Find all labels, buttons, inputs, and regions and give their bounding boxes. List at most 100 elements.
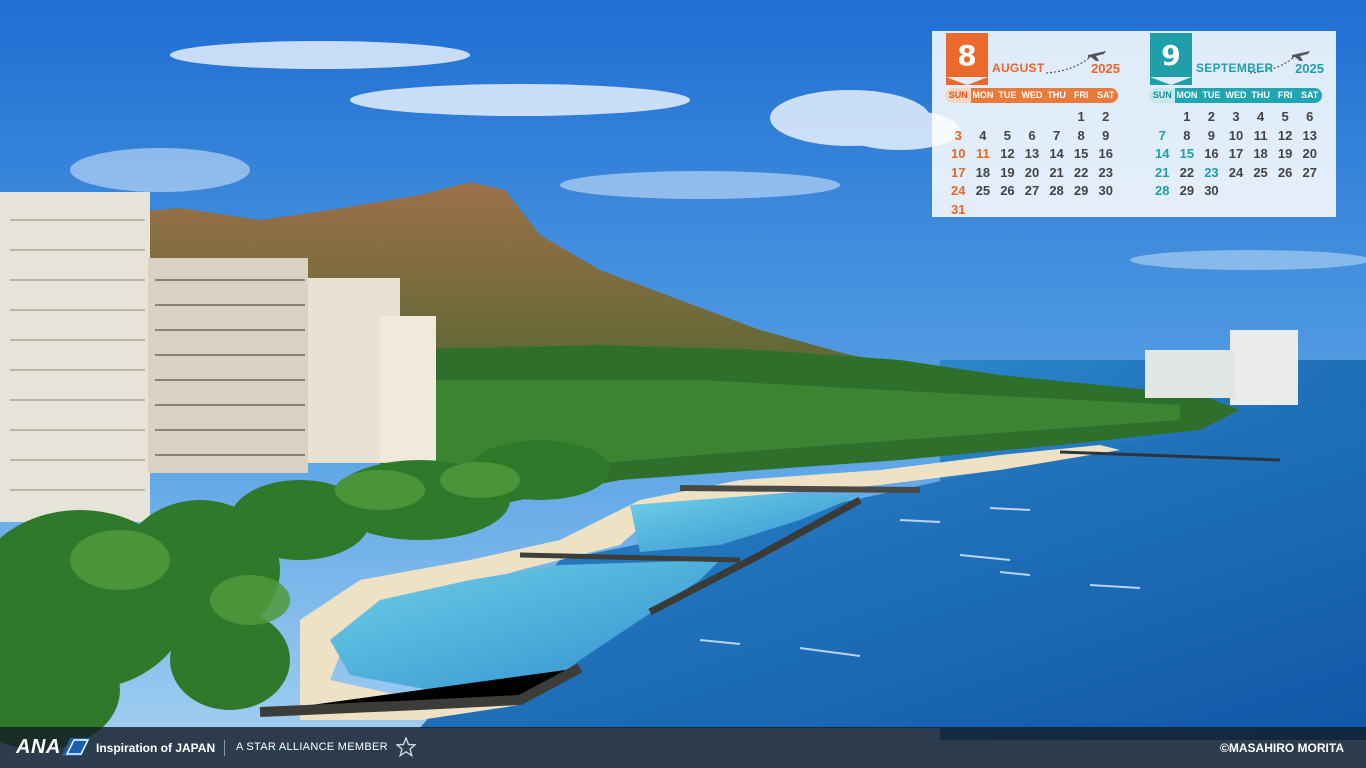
day-16: 16 (1204, 146, 1219, 161)
weekday-thu: THU (1047, 90, 1066, 100)
month-year: 2025 (1295, 61, 1324, 76)
day-25: 25 (975, 183, 991, 198)
day-28: 28 (1155, 183, 1170, 198)
day-empty (995, 201, 1020, 220)
weekday-sat: SAT (1301, 90, 1319, 100)
day-28: 28 (1049, 183, 1064, 198)
day-empty (946, 108, 971, 127)
day-9: 9 (1207, 127, 1216, 143)
day-27: 27 (1024, 183, 1040, 198)
weekday-fri: FRI (1277, 90, 1293, 100)
day-11: 11 (975, 146, 990, 161)
tagline: Inspiration of JAPAN (96, 741, 216, 755)
day-6: 6 (1028, 127, 1036, 143)
day-24: 24 (1228, 164, 1244, 180)
day-7: 7 (1158, 127, 1166, 143)
day-empty (971, 108, 996, 127)
day-7: 7 (1052, 127, 1061, 143)
day-19: 19 (1000, 164, 1015, 180)
day-17: 17 (951, 164, 966, 180)
day-30: 30 (1204, 183, 1219, 198)
day-21: 21 (1155, 164, 1170, 180)
day-grid: 1 2 3 4 5 6 7 8 9 10 11 12 13 14 15 16 17 18 19 20 21 22 23 24 2… (946, 108, 1118, 219)
day-30: 30 (1098, 183, 1113, 198)
day-14: 14 (1049, 146, 1064, 161)
star-alliance-text: A STAR ALLIANCE MEMBER (236, 741, 388, 753)
calendar-month-september: 9 SEPTEMBER 2025 SUN MON TUE WED THU FRI SAT 1… (1148, 31, 1324, 217)
day-20: 20 (1024, 164, 1040, 180)
day-11: 11 (1253, 127, 1268, 143)
day-26: 26 (1000, 183, 1015, 198)
day-23: 23 (1098, 164, 1113, 180)
day-10: 10 (951, 146, 966, 161)
weekday-sun: SUN (1150, 88, 1175, 103)
day-22: 22 (1073, 164, 1089, 180)
weekday-sat: SAT (1097, 90, 1115, 100)
weekday-wed: WED (1225, 90, 1247, 100)
day-2: 2 (1207, 109, 1216, 124)
day-empty (995, 108, 1020, 127)
footer-bar: ANA Inspiration of JAPAN A STAR ALLIANCE… (0, 727, 1366, 768)
day-26: 26 (1277, 164, 1293, 180)
day-21: 21 (1049, 164, 1064, 180)
day-22: 22 (1179, 164, 1195, 180)
weekday-wed: WED (1021, 90, 1043, 100)
day-2: 2 (1102, 109, 1110, 124)
day-20: 20 (1302, 146, 1317, 161)
day-29: 29 (1179, 183, 1195, 198)
ana-logo: ANA (16, 736, 61, 758)
day-15: 15 (1179, 146, 1195, 161)
day-9: 9 (1102, 127, 1110, 143)
day-12: 12 (1000, 146, 1015, 161)
month-number-badge: 8 (946, 33, 988, 85)
day-grid: 1 2 3 4 5 6 7 8 9 10 11 12 13 14 15 16 17 18 19 20 21 22 23 24 2… (1150, 108, 1322, 201)
day-17: 17 (1228, 146, 1244, 161)
day-4: 4 (1256, 109, 1265, 124)
day-13: 13 (1024, 146, 1040, 161)
day-3: 3 (954, 127, 962, 143)
day-23: 23 (1204, 164, 1219, 180)
day-empty (1069, 201, 1094, 220)
day-8: 8 (1077, 127, 1085, 143)
weekday-sun: SUN (946, 88, 971, 103)
calendar-month-august: 8 AUGUST 2025 SUN MON TUE WED THU FRI SAT 1234… (944, 31, 1120, 217)
day-16: 16 (1098, 146, 1113, 161)
day-empty (1248, 182, 1273, 201)
day-empty (1020, 201, 1045, 220)
day-empty (1044, 108, 1069, 127)
day-14: 14 (1155, 146, 1170, 161)
weekday-header: SUN MON TUE WED THU FRI SAT (946, 88, 1118, 103)
weekday-tue: TUE (1202, 90, 1221, 100)
day-1: 1 (1077, 109, 1085, 124)
day-18: 18 (1253, 146, 1268, 161)
day-empty (1273, 182, 1298, 201)
weekday-fri: FRI (1073, 90, 1089, 100)
day-29: 29 (1073, 183, 1089, 198)
weekday-thu: THU (1251, 90, 1270, 100)
day-empty (1044, 201, 1069, 220)
weekday-mon: MON (972, 90, 994, 100)
month-name: SEPTEMBER (1196, 61, 1274, 75)
day-6: 6 (1306, 109, 1314, 124)
day-15: 15 (1073, 146, 1089, 161)
day-24: 24 (951, 183, 966, 198)
day-25: 25 (1253, 164, 1268, 180)
month-number-badge: 9 (1150, 33, 1192, 85)
day-27: 27 (1302, 164, 1317, 180)
day-empty (1150, 108, 1175, 127)
day-4: 4 (979, 127, 987, 143)
day-empty (1297, 182, 1322, 201)
day-empty (1093, 201, 1118, 220)
footer-divider (224, 740, 225, 756)
day-empty (1224, 182, 1249, 201)
calendar-panel: 8 AUGUST 2025 SUN MON TUE WED THU FRI SAT 1234… (932, 31, 1336, 217)
weekday-header: SUN MON TUE WED THU FRI SAT (1150, 88, 1322, 103)
day-12: 12 (1277, 127, 1293, 143)
day-5: 5 (1281, 109, 1289, 124)
day-8: 8 (1183, 127, 1191, 143)
day-31: 31 (951, 201, 966, 217)
day-5: 5 (1003, 127, 1012, 143)
day-19: 19 (1277, 146, 1293, 161)
weekday-tue: TUE (998, 90, 1017, 100)
month-year: 2025 (1091, 61, 1120, 76)
